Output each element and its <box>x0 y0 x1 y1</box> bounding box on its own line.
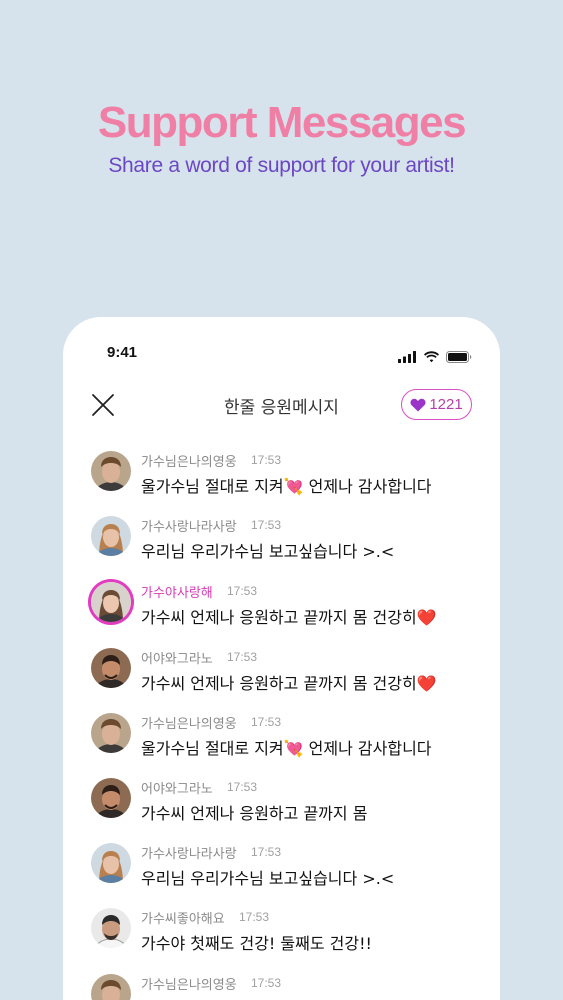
message-time: 17:53 <box>227 584 258 598</box>
avatar[interactable] <box>91 648 131 688</box>
avatar[interactable] <box>91 713 131 753</box>
status-time: 9:41 <box>107 344 138 361</box>
message-author: 어야와그라노 <box>141 652 213 667</box>
message-author: 가수님은나의영웅 <box>141 978 237 993</box>
message-text: 가수야 첫째도 건강! 둘째도 건강!! <box>141 934 372 953</box>
phone-frame: 9:41 한줄 응원메시지 1221 가수님은나의영웅 17:53 울가수님 절대로… <box>63 317 500 1000</box>
message-time: 17:53 <box>251 453 282 467</box>
battery-icon <box>446 348 472 367</box>
promo-subtitle: Share a word of support for your artist! <box>108 154 455 177</box>
avatar[interactable] <box>91 778 131 818</box>
avatar[interactable] <box>91 451 131 491</box>
message-author: 어야와그라노 <box>141 782 213 797</box>
heart-icon <box>410 398 426 411</box>
message-author: 가수사랑나라사랑 <box>141 520 237 535</box>
message-author: 가수씨좋아해요 <box>141 912 225 927</box>
message-text: 가수씨 언제나 응원하고 끝까지 몸 <box>141 804 368 823</box>
message-text: 우리님 우리가수님 보고싶습니다 >.< <box>141 869 395 888</box>
message-text: 울가수님 절대로 지켜💘 언제나 감사합니다 <box>141 739 432 758</box>
message-text: 가수씨 언제나 응원하고 끝까지 몸 건강히❤️ <box>141 608 437 627</box>
message-item[interactable]: 가수사랑나라사랑 17:53 우리님 우리가수님 보고싶습니다 >.< <box>91 514 490 574</box>
message-text: 우리님 우리가수님 보고싶습니다 >.< <box>141 542 395 561</box>
avatar[interactable] <box>91 974 131 1000</box>
message-time: 17:53 <box>227 650 258 664</box>
message-item[interactable]: 어야와그라노 17:53 가수씨 언제나 응원하고 끝까지 몸 <box>91 776 490 836</box>
message-time: 17:53 <box>251 976 282 990</box>
message-item[interactable]: 가수님은나의영웅 17:53 울가수님 절대로 지켜💘 언제나 감사합니다 <box>91 711 490 771</box>
message-time: 17:53 <box>239 910 270 924</box>
message-text: 가수씨 언제나 응원하고 끝까지 몸 건강히❤️ <box>141 674 437 693</box>
message-author: 가수님은나의영웅 <box>141 717 237 732</box>
signal-icon <box>398 348 416 367</box>
avatar[interactable] <box>91 516 131 556</box>
heart-count: 1221 <box>429 396 463 413</box>
message-item[interactable]: 가수야사랑해 17:53 가수씨 언제나 응원하고 끝까지 몸 건강히❤️ <box>91 580 490 640</box>
message-item[interactable]: 가수님은나의영웅 17:53 <box>91 972 490 1000</box>
promo-title: Support Messages <box>97 98 467 147</box>
message-author: 가수사랑나라사랑 <box>141 847 237 862</box>
wifi-icon <box>423 348 440 367</box>
avatar[interactable] <box>91 908 131 948</box>
message-item[interactable]: 가수씨좋아해요 17:53 가수야 첫째도 건강! 둘째도 건강!! <box>91 906 490 966</box>
message-time: 17:53 <box>227 780 258 794</box>
message-item[interactable]: 어야와그라노 17:53 가수씨 언제나 응원하고 끝까지 몸 건강히❤️ <box>91 646 490 706</box>
message-text: 울가수님 절대로 지켜💘 언제나 감사합니다 <box>141 477 432 496</box>
avatar[interactable] <box>91 843 131 883</box>
heart-count-badge[interactable]: 1221 <box>401 389 472 420</box>
message-item[interactable]: 가수님은나의영웅 17:53 울가수님 절대로 지켜💘 언제나 감사합니다 <box>91 449 490 509</box>
status-bar: 9:41 <box>63 343 500 365</box>
message-author: 가수님은나의영웅 <box>141 455 237 470</box>
navbar: 한줄 응원메시지 1221 <box>63 385 500 425</box>
message-item[interactable]: 가수사랑나라사랑 17:53 우리님 우리가수님 보고싶습니다 >.< <box>91 841 490 901</box>
message-time: 17:53 <box>251 845 282 859</box>
avatar[interactable] <box>91 582 131 622</box>
message-time: 17:53 <box>251 518 282 532</box>
message-time: 17:53 <box>251 715 282 729</box>
message-author: 가수야사랑해 <box>141 586 213 601</box>
